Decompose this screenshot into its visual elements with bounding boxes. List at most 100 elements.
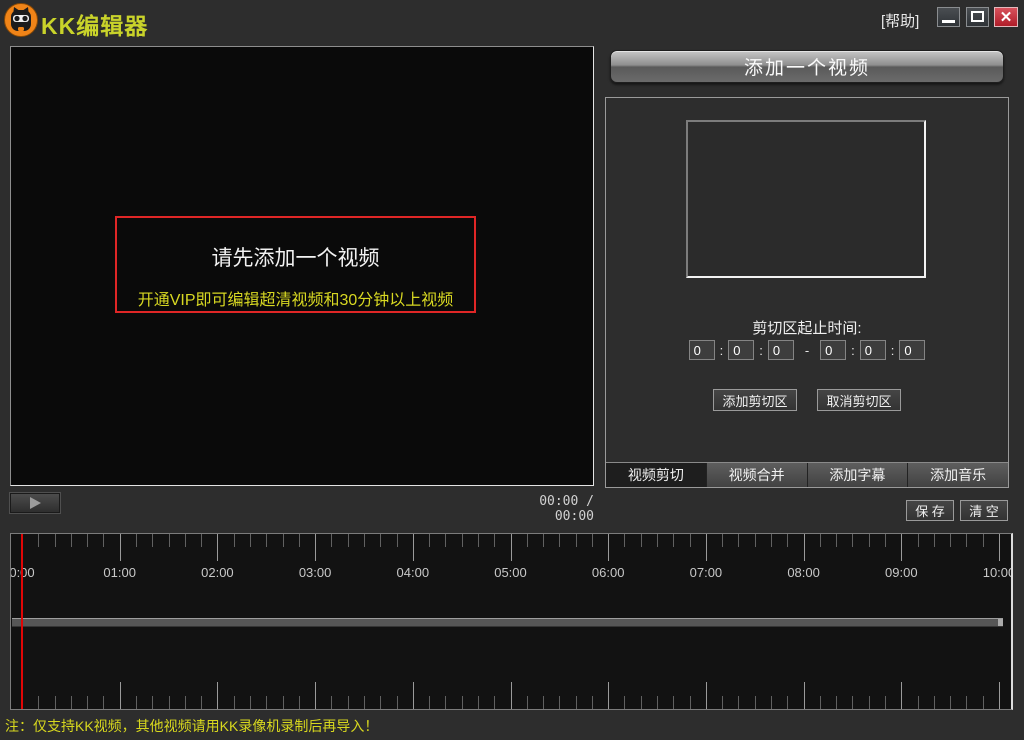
timeline-tick xyxy=(397,696,398,709)
cut-time-label: 剪切区起止时间: xyxy=(606,317,1008,338)
add-video-button[interactable]: 添加一个视频 xyxy=(610,50,1004,83)
timeline-tick xyxy=(152,534,153,547)
timeline-tick xyxy=(738,534,739,547)
cut-buttons-row: 添加剪切区 取消剪切区 xyxy=(606,389,1008,411)
timeline-tick xyxy=(413,534,414,561)
timeline-tick xyxy=(869,696,870,709)
vip-promo-text: 开通VIP即可编辑超清视频和30分钟以上视频 xyxy=(117,286,474,310)
timeline-tick xyxy=(315,682,316,709)
timeline-tick xyxy=(690,534,691,547)
timeline-tick xyxy=(576,696,577,709)
timeline-tick xyxy=(983,696,984,709)
timeline-tick xyxy=(103,534,104,547)
clip-thumbnail-box xyxy=(686,120,926,278)
timeline-panel[interactable]: 0:0001:0002:0003:0004:0005:0006:0007:000… xyxy=(10,533,1013,710)
timeline-time-label: 01:00 xyxy=(103,565,136,580)
timeline-track[interactable] xyxy=(12,618,1003,627)
timeline-tick xyxy=(836,696,837,709)
close-button[interactable]: ✕ xyxy=(994,7,1018,27)
timeline-tick xyxy=(722,696,723,709)
tab-video-merge[interactable]: 视频合并 xyxy=(706,463,807,487)
timeline-tick xyxy=(283,696,284,709)
time-colon-separator: : xyxy=(759,343,763,358)
timeline-tick xyxy=(348,696,349,709)
timeline-tick xyxy=(511,534,512,561)
timeline-tick xyxy=(869,534,870,547)
timeline-tick xyxy=(608,682,609,709)
timeline-tick xyxy=(38,696,39,709)
maximize-button[interactable] xyxy=(966,7,989,27)
timeline-tick xyxy=(885,534,886,547)
timeline-tick xyxy=(103,696,104,709)
timeline-tick xyxy=(185,696,186,709)
timeline-tick xyxy=(885,696,886,709)
timeline-tick xyxy=(673,534,674,547)
tab-video-cut[interactable]: 视频剪切 xyxy=(606,463,706,487)
timeline-tick xyxy=(38,534,39,547)
timeline-tick xyxy=(804,534,805,561)
timeline-tick xyxy=(397,534,398,547)
panel-tabs: 视频剪切视频合并添加字幕添加音乐 xyxy=(606,462,1008,487)
play-button[interactable] xyxy=(10,493,60,513)
time-colon-separator: : xyxy=(720,343,724,358)
timeline-tick xyxy=(299,534,300,547)
cut-time-field-5[interactable] xyxy=(899,340,925,360)
timeline-tick xyxy=(136,696,137,709)
cut-time-row: :: -:: xyxy=(606,340,1008,360)
cut-time-field-3[interactable] xyxy=(820,340,846,360)
time-colon-separator: : xyxy=(891,343,895,358)
timeline-tick xyxy=(608,534,609,561)
timeline-tick xyxy=(657,534,658,547)
clear-button[interactable]: 清 空 xyxy=(960,500,1008,521)
timeline-tick xyxy=(315,534,316,561)
add-cut-button[interactable]: 添加剪切区 xyxy=(713,389,797,411)
timeline-tick xyxy=(71,534,72,547)
cut-time-field-1[interactable] xyxy=(728,340,754,360)
timeline-tick xyxy=(641,534,642,547)
timeline-tick xyxy=(380,534,381,547)
cancel-cut-button[interactable]: 取消剪切区 xyxy=(817,389,901,411)
time-colon-separator: : xyxy=(851,343,855,358)
playhead-marker[interactable] xyxy=(21,534,23,709)
timeline-tick xyxy=(55,696,56,709)
help-link[interactable]: [帮助] xyxy=(881,10,919,31)
time-dash-separator: - xyxy=(799,343,815,358)
timeline-tick xyxy=(234,534,235,547)
tab-add-music[interactable]: 添加音乐 xyxy=(907,463,1008,487)
timeline-tick xyxy=(527,534,528,547)
app-title: KK编辑器 xyxy=(41,7,148,41)
timeline-tick xyxy=(120,534,121,561)
cut-time-field-2[interactable] xyxy=(768,340,794,360)
save-button[interactable]: 保 存 xyxy=(906,500,954,521)
maximize-icon xyxy=(971,11,984,22)
timeline-tick xyxy=(413,682,414,709)
timeline-time-label: 10:00 xyxy=(983,565,1013,580)
app-window: KK编辑器 [帮助] ✕ 请先添加一个视频 开通VIP即可编辑超清视频和30分钟… xyxy=(0,0,1024,740)
timeline-tick xyxy=(299,696,300,709)
timeline-tick xyxy=(478,534,479,547)
timeline-tick xyxy=(706,534,707,561)
timeline-tick xyxy=(136,534,137,547)
timeline-tick xyxy=(331,696,332,709)
timeline-tick xyxy=(836,534,837,547)
timeline-tick xyxy=(918,534,919,547)
add-video-message-box: 请先添加一个视频 开通VIP即可编辑超清视频和30分钟以上视频 xyxy=(115,216,476,313)
minimize-icon xyxy=(942,20,955,23)
timeline-tick xyxy=(852,696,853,709)
timeline-tick xyxy=(429,534,430,547)
action-buttons-row: 保 存 清 空 xyxy=(906,500,1008,521)
timeline-tick xyxy=(152,696,153,709)
cut-time-field-4[interactable] xyxy=(860,340,886,360)
timeline-tick xyxy=(250,696,251,709)
timeline-tick xyxy=(380,696,381,709)
timeline-time-label: 08:00 xyxy=(787,565,820,580)
cut-time-field-0[interactable] xyxy=(689,340,715,360)
timeline-tick xyxy=(120,682,121,709)
timeline-tick xyxy=(592,696,593,709)
app-logo-icon xyxy=(3,2,39,38)
tab-add-subtitle[interactable]: 添加字幕 xyxy=(807,463,908,487)
timeline-tick xyxy=(771,534,772,547)
timeline-tick xyxy=(201,696,202,709)
timeline-tick xyxy=(918,696,919,709)
minimize-button[interactable] xyxy=(937,7,960,27)
